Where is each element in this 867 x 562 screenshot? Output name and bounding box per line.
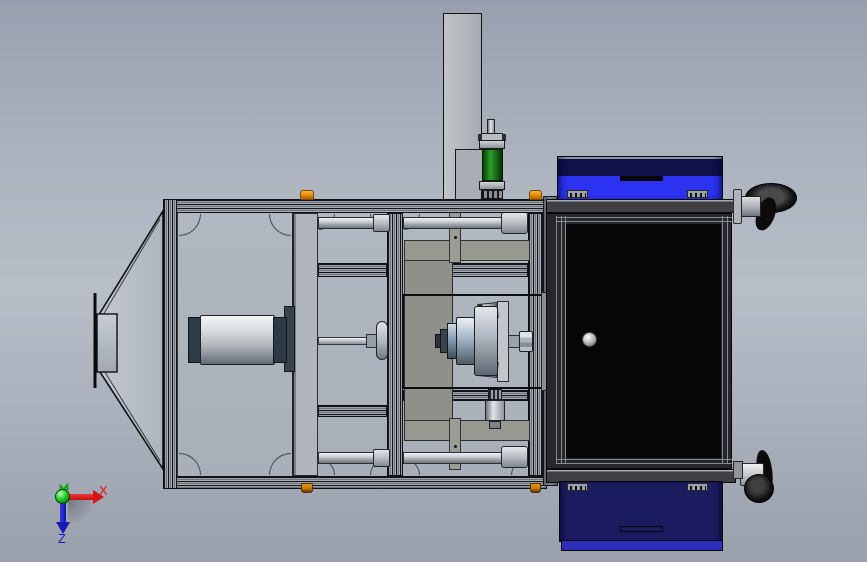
triad-shadow-arc	[68, 498, 94, 524]
pneumatic-cylinder-body	[200, 315, 275, 365]
door-groove	[722, 216, 724, 464]
door-groove	[556, 459, 732, 461]
rod-end-cap	[501, 212, 528, 234]
caster-wheel	[744, 474, 774, 503]
door-groove	[556, 216, 558, 464]
hub-nut	[519, 331, 533, 352]
clamp-knob	[300, 190, 314, 200]
cad-viewport[interactable]: X Z	[0, 0, 867, 562]
door-knob	[582, 332, 597, 347]
motor-collar	[479, 140, 505, 149]
leveling-foot	[301, 483, 313, 493]
hinge	[687, 483, 708, 491]
rod-end-cap	[373, 214, 390, 232]
bearing-tip	[435, 334, 441, 348]
guide-rod	[318, 452, 376, 464]
frame-mid-column	[387, 213, 403, 476]
x-axis-label: X	[99, 483, 108, 498]
rod-end-cap	[373, 449, 390, 467]
frame-left-column	[163, 199, 177, 489]
x-axis-arrow[interactable]	[66, 494, 94, 500]
door-groove	[556, 221, 732, 223]
z-axis-label: Z	[58, 531, 66, 546]
bearing-nose	[440, 329, 448, 353]
clamp-knob	[529, 190, 542, 200]
cabinet-top-rail	[546, 199, 736, 213]
motor-lower-flange	[479, 181, 505, 190]
hopper-cone	[93, 208, 164, 472]
vent-slot	[620, 526, 663, 532]
bottom-bracket-bar	[404, 420, 530, 441]
rod-end-cap	[501, 446, 528, 468]
guide-rod	[403, 452, 503, 464]
leveling-foot	[530, 483, 541, 493]
hopper-flange-line	[93, 293, 97, 388]
guide-rod	[403, 217, 503, 229]
hinge	[567, 483, 588, 491]
rod-end-disc	[376, 321, 388, 360]
caster-flange	[733, 461, 743, 479]
piston-rod	[318, 337, 369, 345]
guide-rod	[318, 217, 376, 229]
door-groove	[726, 216, 728, 464]
top-bracket-bar	[404, 240, 530, 261]
motor-green-body	[482, 149, 503, 181]
cross-rail	[452, 263, 528, 277]
door-groove	[556, 463, 732, 465]
frame-top-rail	[163, 199, 547, 213]
origin-sphere[interactable]	[55, 489, 70, 504]
frame-bottom-rail	[163, 476, 547, 489]
caster-hub	[741, 196, 761, 217]
cylinder-cap-right	[273, 317, 287, 363]
hinge	[567, 190, 588, 198]
coupling-body	[485, 400, 505, 421]
motor-base	[481, 190, 503, 199]
door-groove	[560, 216, 562, 464]
cabinet-navy-strip	[561, 540, 723, 551]
door-groove	[556, 217, 732, 219]
coupling-tip	[489, 421, 501, 429]
support-plate-column	[292, 213, 318, 476]
vent-slot	[620, 176, 663, 181]
cross-rail	[318, 405, 387, 417]
bearing-ring	[447, 323, 457, 359]
bearing-flange	[474, 306, 498, 376]
coupling-spline	[488, 389, 502, 400]
hinge	[687, 190, 708, 198]
bearing-body	[456, 317, 475, 365]
cross-rail	[318, 263, 387, 277]
